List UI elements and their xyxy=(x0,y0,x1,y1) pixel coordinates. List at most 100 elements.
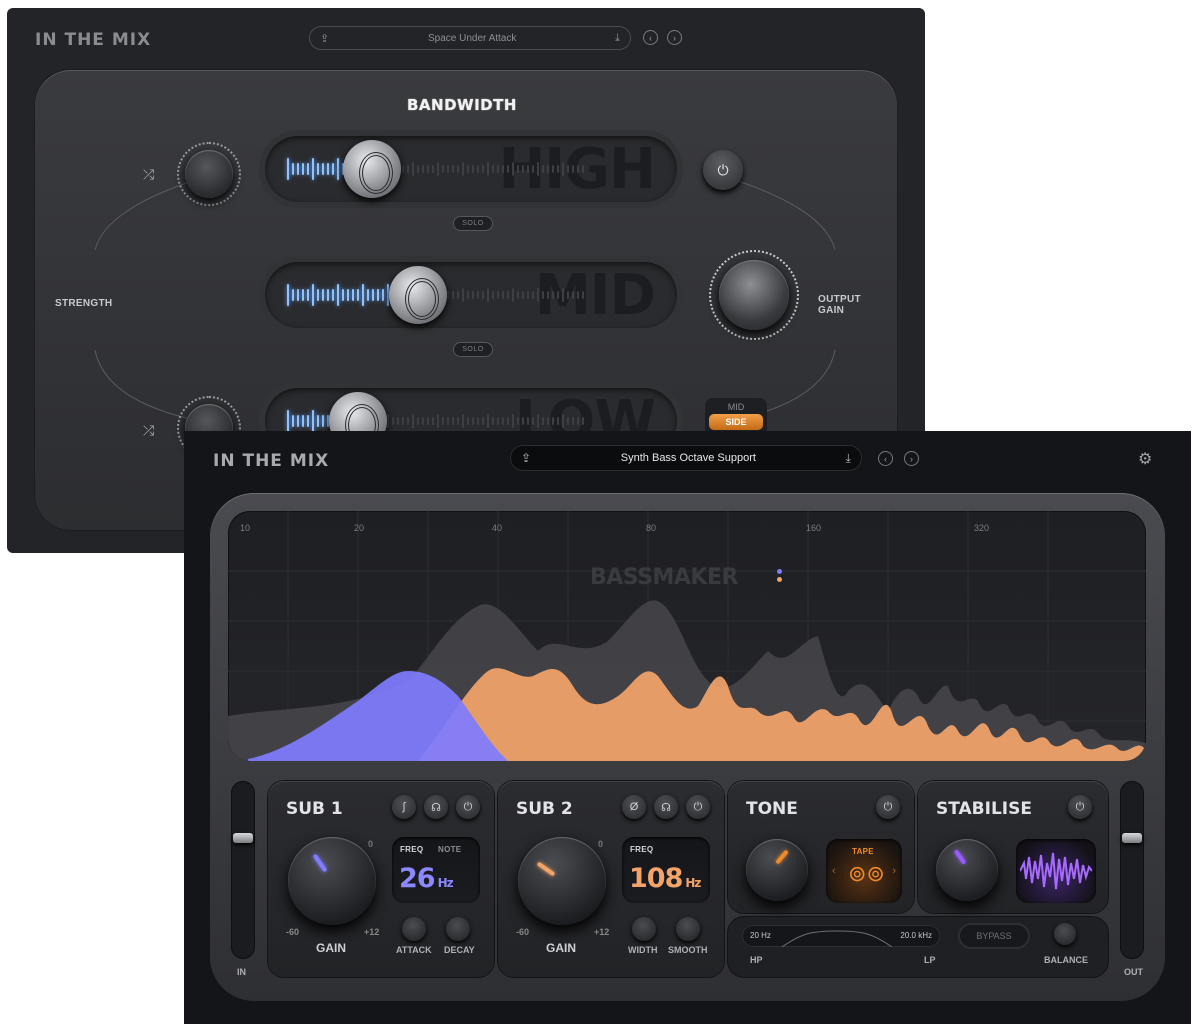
meter-tick xyxy=(537,288,539,302)
width-knob[interactable] xyxy=(632,917,656,941)
meter-tick xyxy=(527,291,529,299)
sub1-gain-knob[interactable] xyxy=(288,837,376,925)
meter-tick xyxy=(457,291,459,299)
freq-tick: 20 xyxy=(354,523,365,533)
freq-header: FREQ xyxy=(400,845,424,854)
stabilise-knob[interactable] xyxy=(936,839,998,901)
input-meter[interactable] xyxy=(231,781,255,959)
meter-tick xyxy=(532,291,534,299)
meter-tick xyxy=(432,417,434,425)
preset-name: Space Under Attack xyxy=(427,32,517,44)
decay-knob[interactable] xyxy=(446,917,470,941)
meter-tick xyxy=(362,284,364,306)
meter-tick xyxy=(317,415,319,427)
gain-zero-label: 0 xyxy=(598,839,604,849)
meter-tick xyxy=(377,289,379,301)
meter-tick xyxy=(552,417,554,425)
output-fader[interactable] xyxy=(1122,833,1142,843)
meter-tick xyxy=(537,414,539,428)
next-preset-icon[interactable]: › xyxy=(904,451,919,466)
balance-knob[interactable] xyxy=(1054,923,1076,945)
meter-tick xyxy=(512,414,514,428)
side-option[interactable]: SIDE xyxy=(709,414,763,430)
sub2-gain-knob[interactable] xyxy=(518,837,606,925)
power-icon[interactable]: ⏻ xyxy=(1068,795,1092,819)
meter-tick xyxy=(332,163,334,175)
headphones-icon[interactable]: ☊ xyxy=(424,795,448,819)
shuffle-icon[interactable]: ⤮ xyxy=(143,422,154,439)
download-icon[interactable]: ⤓ xyxy=(846,451,851,466)
meter-tick xyxy=(452,291,454,299)
meter-tick xyxy=(407,417,409,425)
meter-tick xyxy=(532,417,534,425)
prev-preset-icon[interactable]: ‹ xyxy=(643,30,658,45)
strength-high-knob[interactable] xyxy=(185,150,233,198)
meter-tick xyxy=(467,417,469,425)
meter-tick xyxy=(292,415,294,427)
next-preset-icon[interactable]: › xyxy=(667,30,682,45)
band-high[interactable]: HIGH xyxy=(265,136,677,202)
meter-tick xyxy=(492,165,494,173)
attack-knob[interactable] xyxy=(402,917,426,941)
input-fader[interactable] xyxy=(233,833,253,843)
tone-knob[interactable] xyxy=(746,839,808,901)
share-icon[interactable]: ⇪ xyxy=(521,451,531,465)
band-mid[interactable]: MID xyxy=(265,262,677,328)
meter-tick xyxy=(397,417,399,425)
power-icon[interactable]: ⏻ xyxy=(686,795,710,819)
headphones-icon[interactable]: ☊ xyxy=(654,795,678,819)
smooth-knob[interactable] xyxy=(676,917,700,941)
meter-tick xyxy=(432,165,434,173)
attack-label: ATTACK xyxy=(396,945,432,955)
plugin-title: BASSMAKER xyxy=(590,565,738,590)
output-meter[interactable] xyxy=(1120,781,1144,959)
filter-range[interactable]: 20 Hz 20.0 kHz xyxy=(742,925,940,947)
preset-bar[interactable]: ⇪ Space Under Attack ⤓ xyxy=(309,26,631,50)
meter-tick xyxy=(427,165,429,173)
meter-tick xyxy=(567,417,569,425)
sub2-freq-number: 108 xyxy=(629,863,683,894)
spectrum-grid xyxy=(228,511,1146,761)
note-header[interactable]: NOTE xyxy=(438,845,461,854)
solo-mid-button[interactable]: SOLO xyxy=(453,342,493,357)
meter-tick xyxy=(507,417,509,425)
solo-high-button[interactable]: SOLO xyxy=(453,216,493,231)
balance-label: BALANCE xyxy=(1044,955,1088,965)
meter-tick xyxy=(327,289,329,301)
freq-tick: 10 xyxy=(240,523,251,533)
chevron-left-icon[interactable]: ‹ xyxy=(832,865,836,877)
meter-tick xyxy=(392,417,394,425)
tone-mode-display[interactable]: TAPE ‹ › ⊚⊚ xyxy=(826,839,902,903)
meter-tick xyxy=(412,414,414,428)
sub1-gain-indicator xyxy=(312,853,328,873)
sub2-freq-display[interactable]: FREQ 108 Hz xyxy=(622,837,710,903)
meter-tick xyxy=(487,162,489,176)
prev-preset-icon[interactable]: ‹ xyxy=(878,451,893,466)
shuffle-icon[interactable]: ⤮ xyxy=(143,166,154,183)
mid-option[interactable]: MID xyxy=(705,402,767,412)
tone-mode-label: TAPE xyxy=(852,847,874,856)
meter-tick xyxy=(557,291,559,299)
bypass-button[interactable]: BYPASS xyxy=(960,925,1028,947)
power-icon[interactable]: ⏻ xyxy=(876,795,900,819)
band-high-handle[interactable] xyxy=(343,140,401,198)
download-icon[interactable]: ⤓ xyxy=(615,32,620,45)
meter-tick xyxy=(322,163,324,175)
waveform-icon xyxy=(1020,852,1092,890)
curve-icon[interactable]: ∫ xyxy=(392,795,416,819)
hp-label: HP xyxy=(750,955,763,965)
phase-icon[interactable]: Ø xyxy=(622,795,646,819)
share-icon[interactable]: ⇪ xyxy=(320,32,329,45)
power-icon[interactable]: ⏻ xyxy=(703,150,743,190)
band-mid-handle[interactable] xyxy=(389,266,447,324)
freq-tick: 160 xyxy=(806,523,822,533)
meter-tick xyxy=(417,417,419,425)
output-gain-knob[interactable] xyxy=(719,260,789,330)
chevron-right-icon[interactable]: › xyxy=(892,865,896,877)
gear-icon[interactable]: ⚙ xyxy=(1138,449,1152,469)
preset-bar[interactable]: ⇪ Synth Bass Octave Support ⤓ xyxy=(510,445,862,471)
title-dot-orange xyxy=(777,577,782,582)
sub1-freq-display[interactable]: FREQ NOTE 26 Hz xyxy=(392,837,480,903)
power-icon[interactable]: ⏻ xyxy=(456,795,480,819)
gain-max-label: +12 xyxy=(364,927,380,937)
